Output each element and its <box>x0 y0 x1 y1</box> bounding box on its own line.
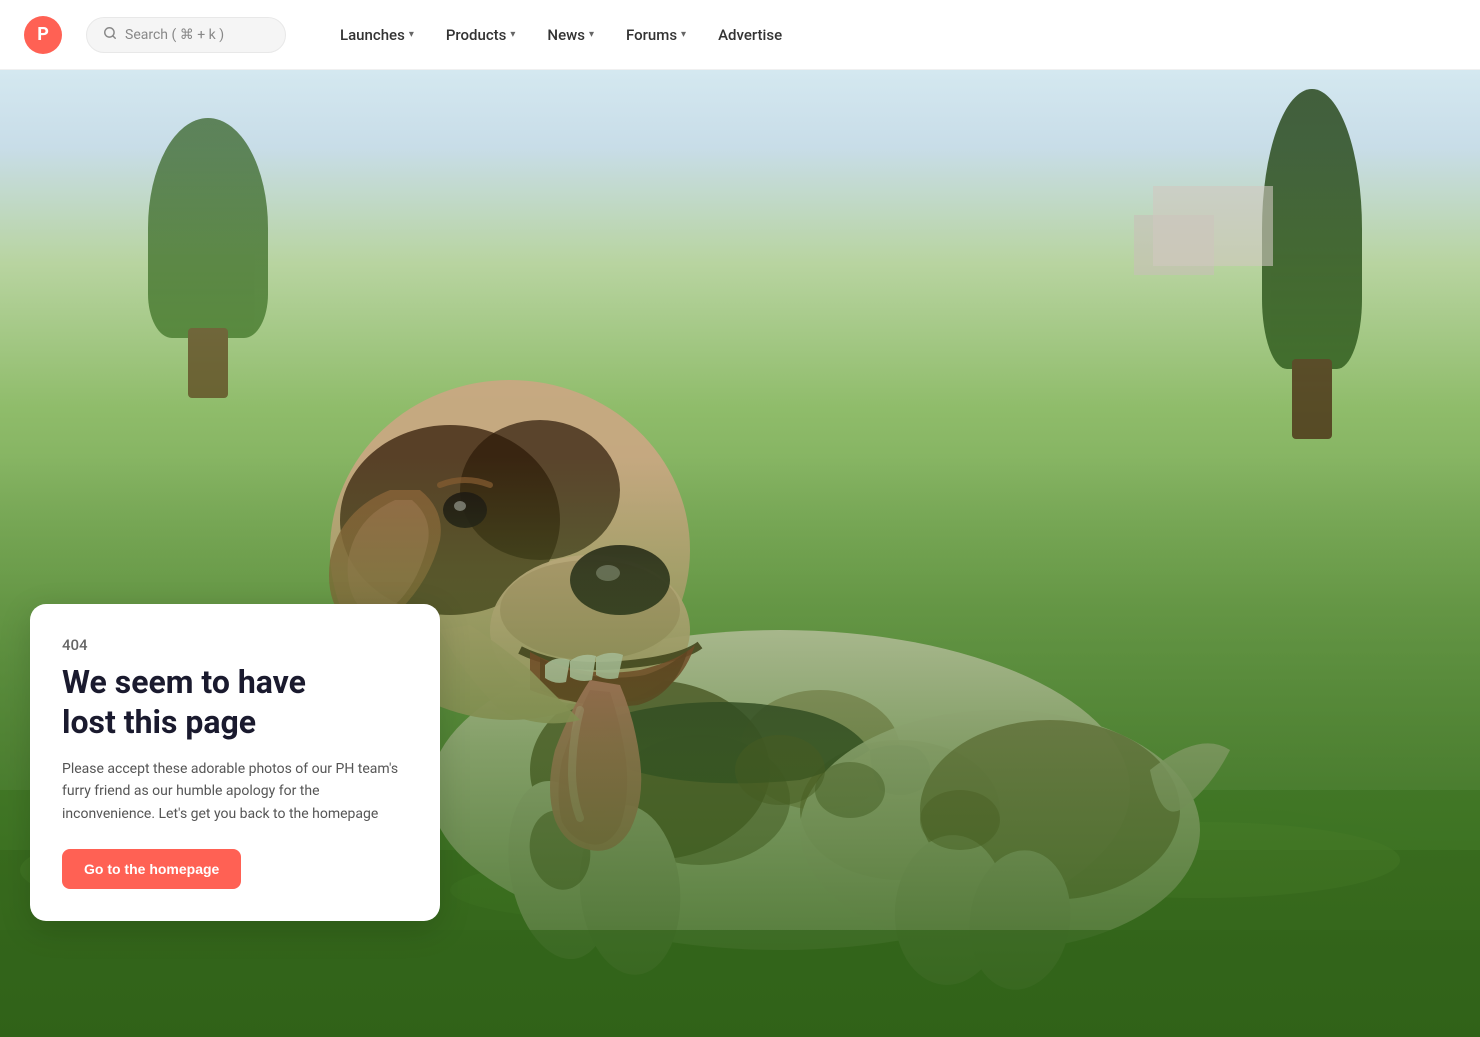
error-title: We seem to have lost this page <box>62 662 408 742</box>
hero-background: 404 We seem to have lost this page Pleas… <box>0 70 1480 1037</box>
chevron-down-icon: ▾ <box>510 29 515 40</box>
navbar: P Search ( ⌘ + k ) Launches ▾ Products ▾… <box>0 0 1480 70</box>
nav-item-launches[interactable]: Launches ▾ <box>326 18 428 52</box>
error-card: 404 We seem to have lost this page Pleas… <box>30 604 440 921</box>
nav-item-advertise[interactable]: Advertise <box>704 18 796 52</box>
search-placeholder: Search ( ⌘ + k ) <box>125 27 224 43</box>
go-to-homepage-button[interactable]: Go to the homepage <box>62 849 241 889</box>
error-code: 404 <box>62 636 408 654</box>
search-bar[interactable]: Search ( ⌘ + k ) <box>86 17 286 53</box>
nav-item-forums[interactable]: Forums ▾ <box>612 18 700 52</box>
chevron-down-icon: ▾ <box>409 29 414 40</box>
search-icon <box>103 26 117 44</box>
chevron-down-icon: ▾ <box>681 29 686 40</box>
logo-icon: P <box>24 16 62 54</box>
chevron-down-icon: ▾ <box>589 29 594 40</box>
error-description: Please accept these adorable photos of o… <box>62 758 408 825</box>
nav-item-news[interactable]: News ▾ <box>533 18 608 52</box>
nav-item-products[interactable]: Products ▾ <box>432 18 530 52</box>
logo[interactable]: P <box>24 16 62 54</box>
nav-links: Launches ▾ Products ▾ News ▾ Forums ▾ Ad… <box>326 18 796 52</box>
